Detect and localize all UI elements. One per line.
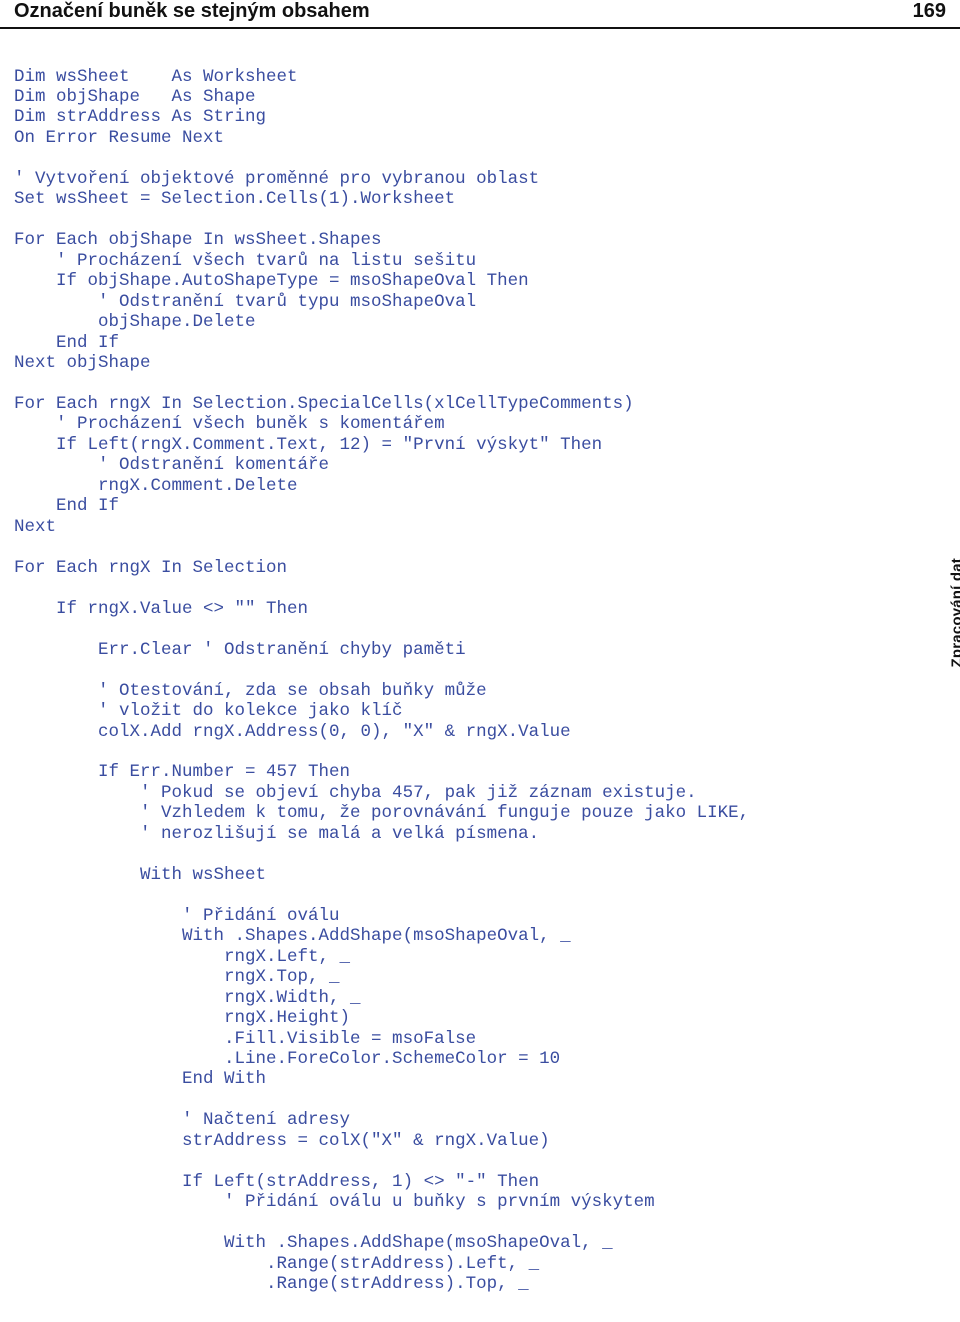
page: Označení buněk se stejným obsahem 169 Di… xyxy=(0,0,960,1305)
page-header: Označení buněk se stejným obsahem 169 xyxy=(0,0,960,29)
page-number: 169 xyxy=(913,0,946,23)
code-listing: Dim wsSheet As Worksheet Dim objShape As… xyxy=(0,47,960,1305)
side-tab-label: Zpracování dat xyxy=(948,558,960,668)
page-title: Označení buněk se stejným obsahem xyxy=(14,0,370,23)
